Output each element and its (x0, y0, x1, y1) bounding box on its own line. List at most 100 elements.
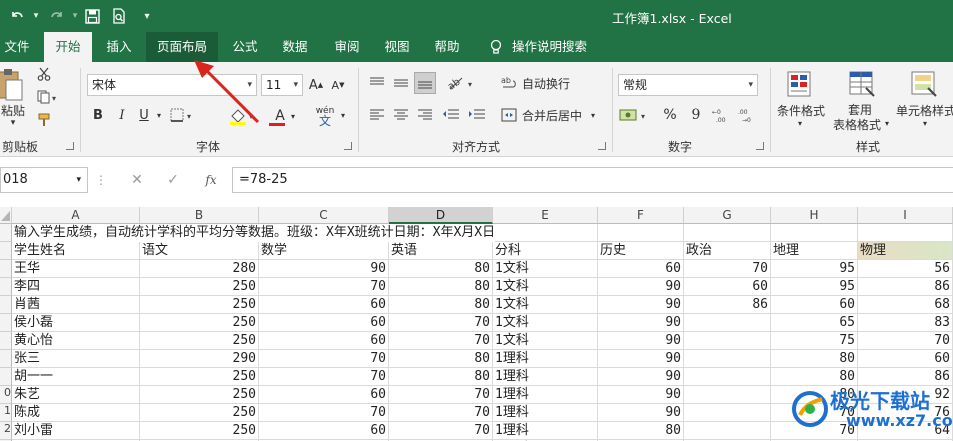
cell-styles-button[interactable]: 单元格样式 (896, 102, 953, 118)
grid-cell[interactable] (598, 224, 684, 242)
decrease-decimal-icon[interactable]: .00 →0 (738, 106, 760, 124)
grid-cell[interactable]: 1文科 (493, 314, 598, 332)
grid-cell[interactable]: 68 (858, 296, 953, 314)
tab-help[interactable]: 帮助 (424, 32, 470, 62)
number-format-combo[interactable]: 常规 ▾ (618, 74, 758, 96)
format-as-table-button[interactable]: 表格格式 (830, 117, 884, 132)
cell-styles-dropdown-icon[interactable]: ▾ (920, 118, 930, 128)
grid-cell[interactable]: 86 (684, 296, 771, 314)
grid-cell[interactable]: 60 (771, 296, 858, 314)
grid-cell[interactable] (684, 422, 771, 440)
grid-cell[interactable]: 250 (140, 314, 259, 332)
copy-icon[interactable]: ▾ (36, 89, 58, 105)
grid-cell[interactable]: 王华 (12, 260, 140, 278)
tab-data[interactable]: 数据 (272, 32, 318, 62)
grid-cell[interactable]: 86 (858, 368, 953, 386)
grid-cell[interactable]: 语文 (140, 242, 259, 260)
row-header[interactable] (0, 278, 12, 296)
grid-cell[interactable]: 250 (140, 404, 259, 422)
merge-center-button[interactable]: 合并后居中 (520, 106, 584, 124)
grid-cell[interactable]: 80 (389, 368, 493, 386)
increase-decimal-icon[interactable]: ←0.00 (712, 106, 734, 124)
grid-cell[interactable]: 90 (259, 260, 389, 278)
lightbulb-icon[interactable] (486, 32, 506, 62)
undo-icon[interactable] (4, 6, 30, 26)
grid-cell[interactable]: 90 (598, 332, 684, 350)
grid-cell[interactable]: 60 (259, 314, 389, 332)
wrap-text-button[interactable]: 自动换行 (520, 74, 572, 92)
column-header-h[interactable]: H (771, 207, 858, 224)
alignment-launcher-icon[interactable] (598, 142, 606, 150)
format-as-table-line1[interactable]: 套用 (840, 102, 880, 117)
redo-dropdown-icon[interactable]: ▾ (70, 6, 80, 26)
grid-cell[interactable]: 70 (858, 332, 953, 350)
grid-cell[interactable] (684, 350, 771, 368)
grid-cell[interactable]: 60 (259, 386, 389, 404)
formula-input[interactable]: =78-25 (232, 167, 953, 193)
sheet-title-text[interactable]: 输入学生成绩，自动统计学科的平均分等数据。班级：X年X班统计日期：X年X月X日 (12, 224, 496, 242)
row-header[interactable]: 0 (0, 386, 12, 404)
grid-cell[interactable]: 80 (389, 260, 493, 278)
align-middle-icon[interactable] (392, 74, 410, 92)
grid-cell[interactable]: 70 (259, 368, 389, 386)
column-header-i[interactable]: I (858, 207, 953, 224)
number-launcher-icon[interactable] (756, 142, 764, 150)
row-header[interactable] (0, 224, 12, 242)
underline-button[interactable]: U (136, 106, 152, 124)
font-size-dropdown-icon[interactable]: ▾ (293, 75, 298, 95)
accounting-format-icon[interactable]: ▾ (618, 106, 650, 124)
grid-cell[interactable]: 地理 (771, 242, 858, 260)
grid-cell[interactable] (858, 224, 953, 242)
grid-cell[interactable]: 1理科 (493, 386, 598, 404)
grid-cell[interactable] (771, 224, 858, 242)
grid-cell[interactable] (684, 314, 771, 332)
align-center-icon[interactable] (392, 106, 410, 124)
grid-cell[interactable] (684, 224, 771, 242)
grid-cell[interactable] (684, 332, 771, 350)
align-right-icon[interactable] (416, 106, 434, 124)
grid-cell[interactable]: 90 (598, 314, 684, 332)
grid-cell[interactable]: 250 (140, 296, 259, 314)
grid-cell[interactable]: 280 (140, 260, 259, 278)
grid-cell[interactable]: 90 (598, 404, 684, 422)
conditional-formatting-dropdown-icon[interactable]: ▾ (794, 118, 806, 128)
redo-icon[interactable] (44, 6, 70, 26)
grid-cell[interactable]: 90 (598, 386, 684, 404)
tab-view[interactable]: 视图 (374, 32, 420, 62)
grid-cell[interactable]: 70 (389, 404, 493, 422)
increase-indent-icon[interactable] (466, 106, 488, 124)
column-header-e[interactable]: E (493, 207, 598, 224)
grid-cell[interactable] (684, 386, 771, 404)
column-header-a[interactable]: A (12, 207, 140, 224)
grid-cell[interactable]: 83 (858, 314, 953, 332)
format-as-table-dropdown-icon[interactable]: ▾ (882, 118, 892, 128)
grid-cell[interactable]: 250 (140, 278, 259, 296)
percent-button[interactable]: % (662, 106, 678, 124)
grid-cell[interactable]: 1文科 (493, 278, 598, 296)
grid-cell[interactable]: 70 (259, 404, 389, 422)
row-header[interactable] (0, 368, 12, 386)
grid-cell[interactable]: 70 (259, 350, 389, 368)
wrap-text-icon[interactable]: ab (500, 74, 518, 92)
grid-cell[interactable]: 70 (259, 278, 389, 296)
grid-cell[interactable] (684, 368, 771, 386)
phonetic-dropdown-icon[interactable]: ▾ (338, 106, 348, 124)
grid-cell[interactable]: 70 (389, 422, 493, 440)
column-header-c[interactable]: C (259, 207, 389, 224)
grid-cell[interactable]: 80 (771, 350, 858, 368)
insert-function-icon[interactable]: fx (200, 171, 222, 189)
grid-cell[interactable]: 250 (140, 332, 259, 350)
grid-cell[interactable]: 陈成 (12, 404, 140, 422)
font-launcher-icon[interactable] (344, 142, 352, 150)
paste-dropdown-icon[interactable]: ▾ (6, 118, 20, 128)
column-header-g[interactable]: G (684, 207, 771, 224)
merge-dropdown-icon[interactable]: ▾ (588, 106, 598, 124)
grid-cell[interactable]: 95 (771, 260, 858, 278)
grid-cell[interactable]: 60 (259, 296, 389, 314)
enter-formula-icon[interactable]: ✓ (164, 171, 182, 189)
grid-cell[interactable]: 1文科 (493, 260, 598, 278)
tab-insert[interactable]: 插入 (96, 32, 142, 62)
grid-cell[interactable]: 1文科 (493, 332, 598, 350)
grid-cell[interactable] (493, 224, 598, 242)
merge-center-icon[interactable] (500, 106, 518, 124)
